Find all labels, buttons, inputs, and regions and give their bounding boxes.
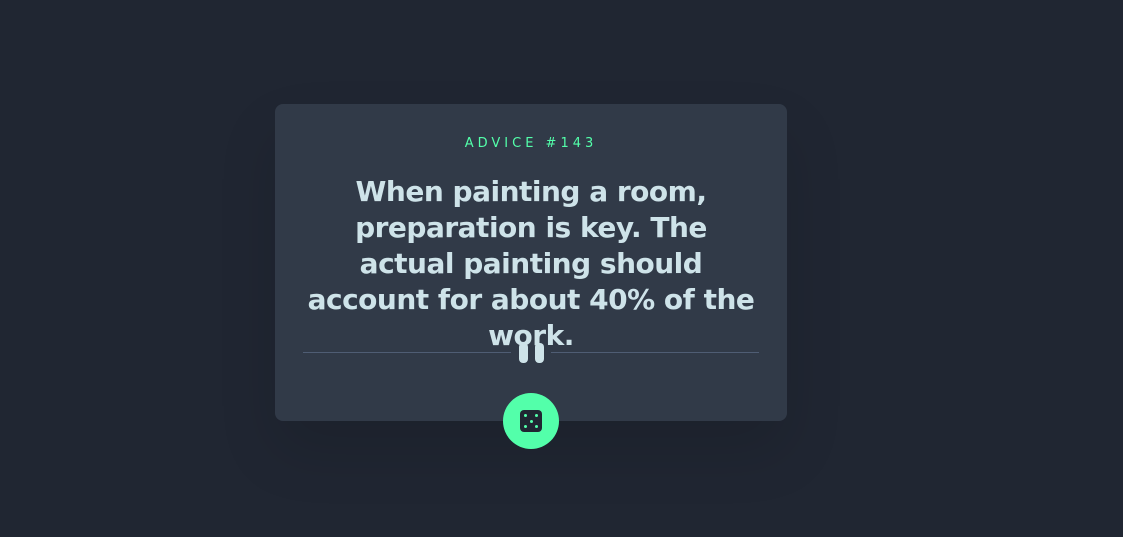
pause-icon [519, 343, 545, 363]
advice-id: ADVICE #143 [464, 136, 598, 151]
generate-advice-button[interactable] [503, 393, 559, 449]
divider [303, 342, 759, 364]
divider-line-left [303, 352, 511, 353]
advice-quote: When painting a room, preparation is key… [307, 175, 755, 352]
divider-line-right [551, 352, 759, 353]
dice-icon [520, 410, 542, 432]
advice-card: ADVICE #143 When painting a room, prepar… [275, 104, 787, 421]
page: ADVICE #143 When painting a room, prepar… [0, 0, 1123, 537]
